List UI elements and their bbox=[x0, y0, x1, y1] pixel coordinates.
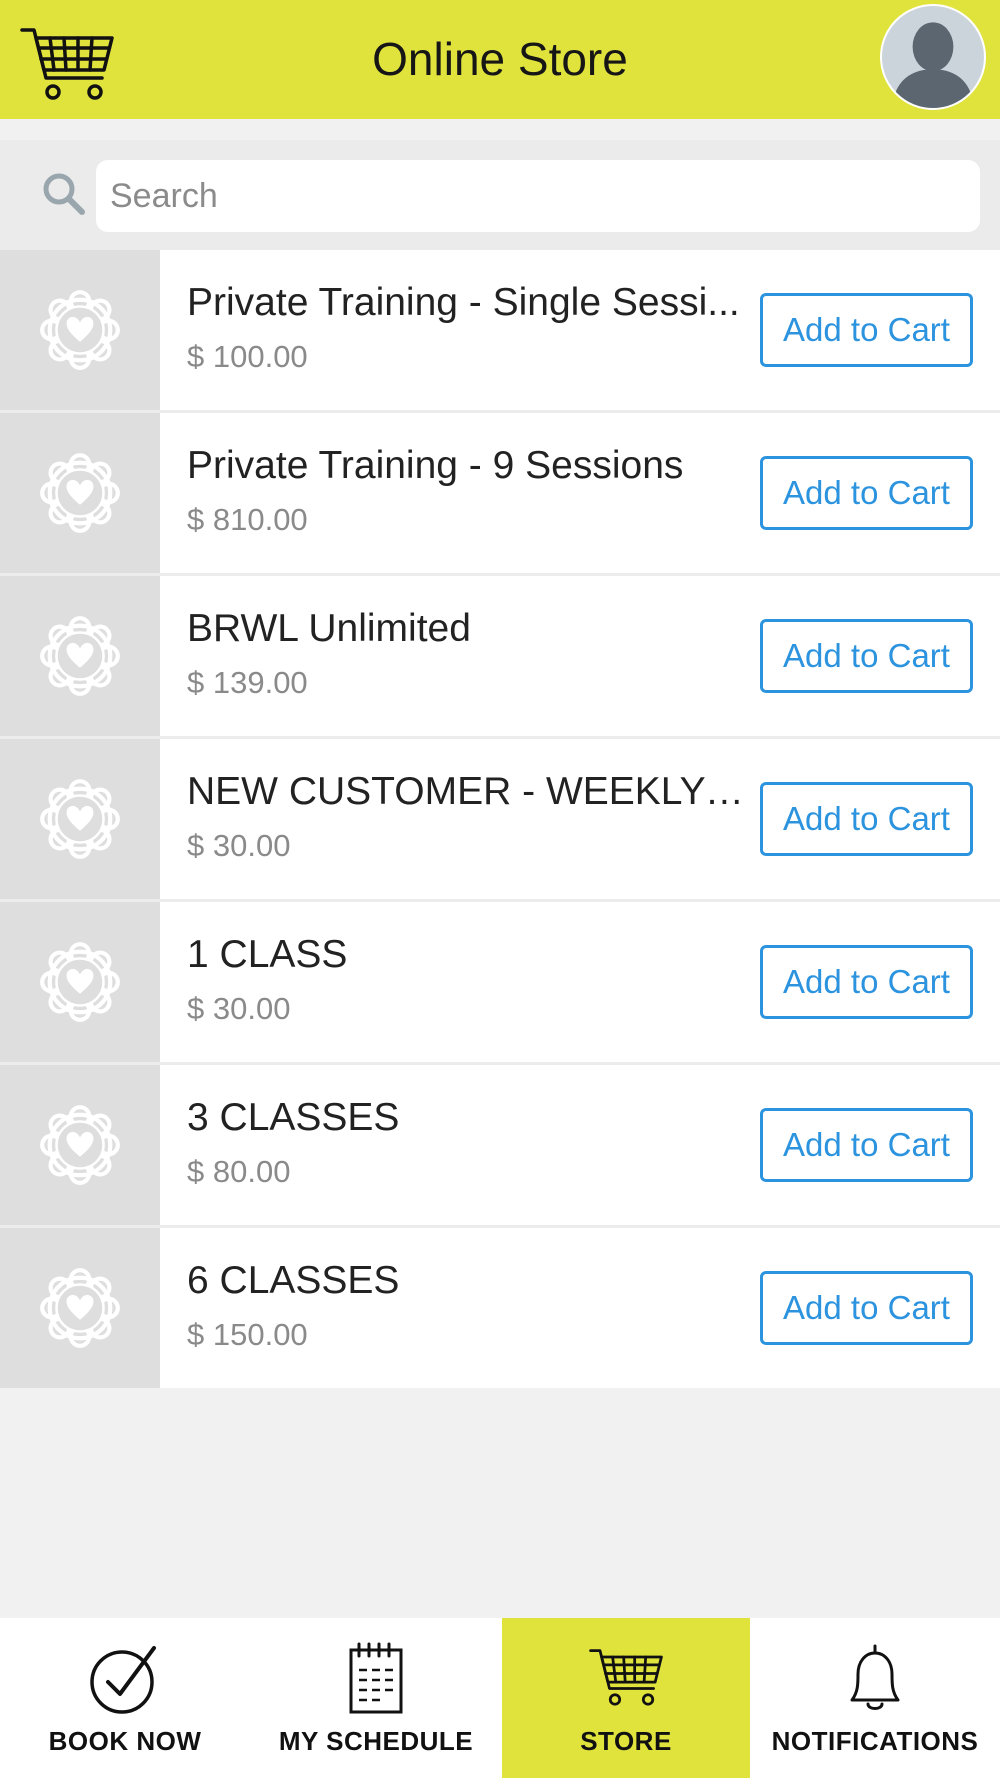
list-item[interactable]: 1 CLASS $ 30.00 Add to Cart bbox=[0, 902, 1000, 1065]
nav-label: BOOK NOW bbox=[48, 1726, 202, 1756]
nav-label: MY SCHEDULE bbox=[278, 1726, 474, 1756]
search-input[interactable] bbox=[96, 160, 980, 232]
nav-book-now[interactable]: BOOK NOW bbox=[0, 1618, 250, 1778]
product-price: $ 139.00 bbox=[187, 665, 308, 700]
flower-logo-icon bbox=[38, 288, 122, 372]
product-list: Private Training - Single Sessi... $ 100… bbox=[0, 250, 1000, 1388]
product-name: 1 CLASS bbox=[187, 933, 348, 976]
user-icon bbox=[892, 22, 974, 108]
flower-logo-icon bbox=[38, 1266, 122, 1350]
list-item[interactable]: 6 CLASSES $ 150.00 Add to Cart bbox=[0, 1228, 1000, 1388]
product-price: $ 30.00 bbox=[187, 828, 291, 863]
notepad-icon bbox=[349, 1642, 403, 1714]
add-to-cart-button[interactable]: Add to Cart bbox=[760, 945, 973, 1019]
checkmark-circle-icon bbox=[90, 1646, 156, 1714]
product-name: NEW CUSTOMER - WEEKLY U... bbox=[187, 770, 747, 813]
product-thumbnail bbox=[0, 1065, 160, 1225]
flower-logo-icon bbox=[38, 614, 122, 698]
product-thumbnail bbox=[0, 413, 160, 573]
product-thumbnail bbox=[0, 902, 160, 1062]
product-thumbnail bbox=[0, 250, 160, 410]
product-price: $ 150.00 bbox=[187, 1317, 308, 1352]
flower-logo-icon bbox=[38, 451, 122, 535]
add-to-cart-button[interactable]: Add to Cart bbox=[760, 782, 973, 856]
page-title: Online Store bbox=[372, 33, 628, 85]
product-thumbnail bbox=[0, 576, 160, 736]
nav-notifications[interactable]: NOTIFICATIONS bbox=[750, 1618, 1000, 1778]
nav-label: NOTIFICATIONS bbox=[771, 1726, 979, 1756]
product-price: $ 100.00 bbox=[187, 339, 308, 374]
list-item[interactable]: BRWL Unlimited $ 139.00 Add to Cart bbox=[0, 576, 1000, 739]
flower-logo-icon bbox=[38, 940, 122, 1024]
product-price: $ 30.00 bbox=[187, 991, 291, 1026]
product-name: Private Training - 9 Sessions bbox=[187, 444, 684, 487]
bell-icon bbox=[850, 1644, 900, 1710]
list-item[interactable]: 3 CLASSES $ 80.00 Add to Cart bbox=[0, 1065, 1000, 1228]
product-thumbnail bbox=[0, 1228, 160, 1388]
product-name: BRWL Unlimited bbox=[187, 607, 471, 650]
product-price: $ 810.00 bbox=[187, 502, 308, 537]
list-item[interactable]: Private Training - 9 Sessions $ 810.00 A… bbox=[0, 413, 1000, 576]
nav-store[interactable]: STORE bbox=[502, 1618, 750, 1778]
flower-logo-icon bbox=[38, 1103, 122, 1187]
search-bar bbox=[0, 140, 1000, 250]
nav-label: STORE bbox=[580, 1726, 672, 1756]
add-to-cart-button[interactable]: Add to Cart bbox=[760, 1271, 973, 1345]
cart-icon bbox=[589, 1649, 663, 1706]
nav-my-schedule[interactable]: MY SCHEDULE bbox=[250, 1618, 502, 1778]
product-name: 6 CLASSES bbox=[187, 1259, 400, 1302]
add-to-cart-button[interactable]: Add to Cart bbox=[760, 1108, 973, 1182]
list-item[interactable]: NEW CUSTOMER - WEEKLY U... $ 30.00 Add t… bbox=[0, 739, 1000, 902]
add-to-cart-button[interactable]: Add to Cart bbox=[760, 293, 973, 367]
list-item[interactable]: Private Training - Single Sessi... $ 100… bbox=[0, 250, 1000, 413]
search-icon bbox=[43, 173, 85, 215]
product-name: Private Training - Single Sessi... bbox=[187, 281, 740, 324]
app-header: Online Store bbox=[0, 0, 1000, 119]
product-price: $ 80.00 bbox=[187, 1154, 291, 1189]
add-to-cart-button[interactable]: Add to Cart bbox=[760, 619, 973, 693]
avatar[interactable] bbox=[880, 4, 986, 110]
bottom-nav: BOOK NOW MY SCHEDULE STORE NOTIFICATIONS bbox=[0, 1618, 1000, 1778]
add-to-cart-button[interactable]: Add to Cart bbox=[760, 456, 973, 530]
product-name: 3 CLASSES bbox=[187, 1096, 400, 1139]
flower-logo-icon bbox=[38, 777, 122, 861]
product-thumbnail bbox=[0, 739, 160, 899]
